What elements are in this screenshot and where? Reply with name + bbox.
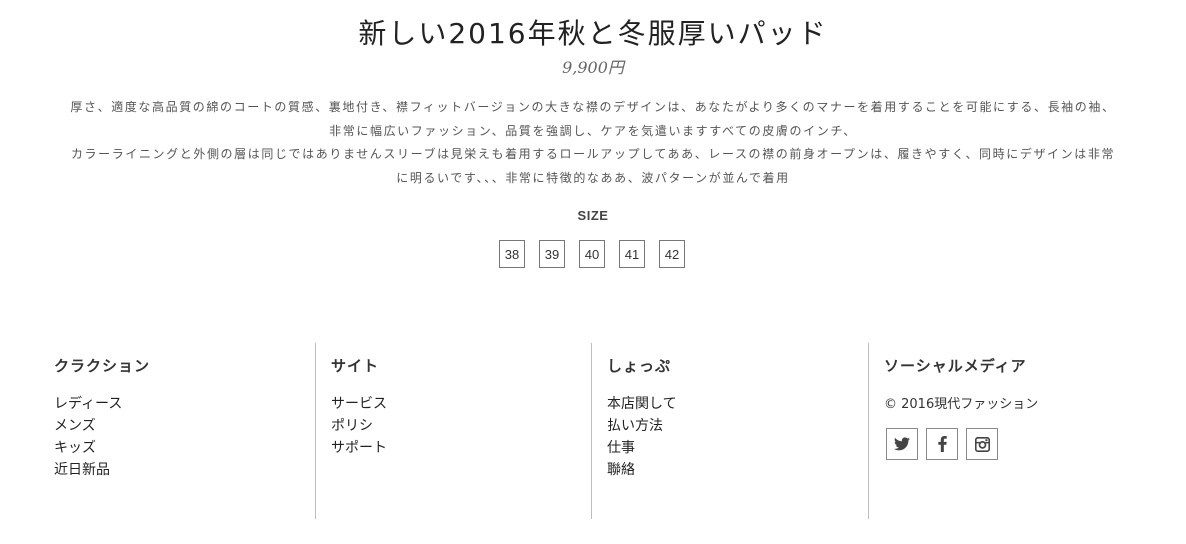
size-label: SIZE <box>577 208 609 223</box>
social-icons <box>886 428 998 460</box>
footer-divider <box>591 343 592 519</box>
twitter-icon <box>894 437 910 451</box>
description-line: カラーライニングと外側の層は同じではありませんスリーブは見栄えも着用するロールア… <box>70 147 1116 161</box>
size-option-42[interactable]: 42 <box>659 240 685 268</box>
footer-divider <box>868 343 869 519</box>
footer-link-coming-soon[interactable]: 近日新品 <box>54 459 122 481</box>
size-option-39[interactable]: 39 <box>539 240 565 268</box>
description-line: 非常に幅広いファッション、品質を強調し、ケアを気遣いますすべての皮膚のインチ、 <box>329 123 857 138</box>
copyright-text: © 2016現代ファッション <box>884 397 1039 412</box>
footer-heading-social: ソーシャルメディア <box>884 357 1027 375</box>
size-option-41[interactable]: 41 <box>619 240 645 268</box>
footer-link-contact[interactable]: 聯絡 <box>607 459 677 481</box>
footer: クラクション レディース メンズ キッズ 近日新品 サイト サービス ポリシ サ… <box>0 343 1186 519</box>
size-option-40[interactable]: 40 <box>579 240 605 268</box>
footer-links-shop: 本店関して 払い方法 仕事 聯絡 <box>607 393 677 481</box>
footer-link-mens[interactable]: メンズ <box>54 415 122 437</box>
footer-link-jobs[interactable]: 仕事 <box>607 437 677 459</box>
footer-link-about-store[interactable]: 本店関して <box>607 393 677 415</box>
footer-heading-collection: クラクション <box>54 357 151 375</box>
description-line: 厚さ、適度な高品質の綿のコートの質感、裏地付き、襟フィットバージョンの大きな襟の… <box>70 100 1116 114</box>
product-description: 厚さ、適度な高品質の綿のコートの質感、裏地付き、襟フィットバージョンの大きな襟の… <box>40 96 1146 190</box>
footer-heading-site: サイト <box>331 357 380 375</box>
footer-link-support[interactable]: サポート <box>331 437 387 459</box>
footer-link-payment[interactable]: 払い方法 <box>607 415 677 437</box>
instagram-icon <box>974 436 990 452</box>
footer-link-kids[interactable]: キッズ <box>54 437 122 459</box>
footer-link-ladies[interactable]: レディース <box>54 393 122 415</box>
facebook-icon <box>937 436 947 452</box>
footer-link-service[interactable]: サービス <box>331 393 387 415</box>
footer-links-collection: レディース メンズ キッズ 近日新品 <box>54 393 122 481</box>
twitter-button[interactable] <box>886 428 918 460</box>
footer-links-site: サービス ポリシ サポート <box>331 393 387 459</box>
description-line: に明るいです、、、非常に特徴的なああ、波パターンが並んで着用 <box>396 170 790 185</box>
footer-heading-shop: しょっぷ <box>607 357 672 375</box>
instagram-button[interactable] <box>966 428 998 460</box>
product-title: 新しい2016年秋と冬服厚いパッド <box>358 17 828 50</box>
facebook-button[interactable] <box>926 428 958 460</box>
footer-divider <box>315 343 316 519</box>
footer-link-policy[interactable]: ポリシ <box>331 415 387 437</box>
product-price: 9,900円 <box>562 58 624 77</box>
size-option-38[interactable]: 38 <box>499 240 525 268</box>
size-selector: 38 39 40 41 42 <box>499 240 685 268</box>
